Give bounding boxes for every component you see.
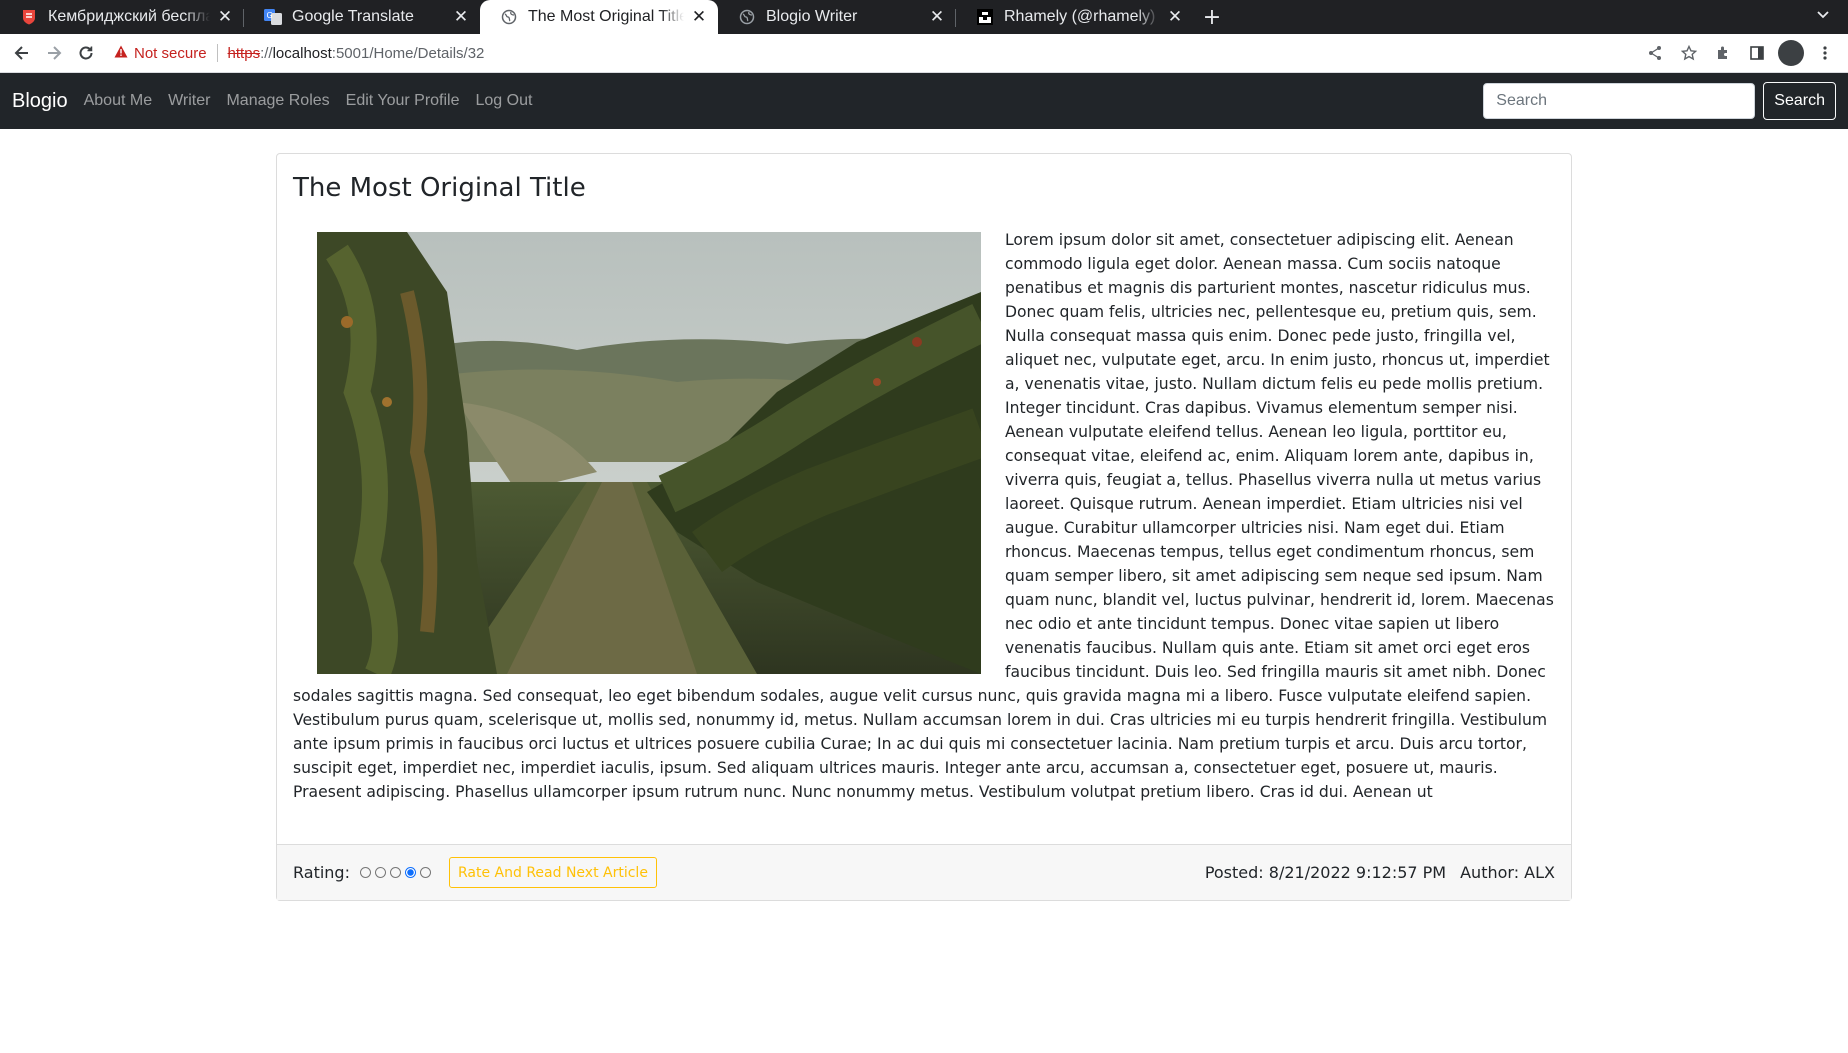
brand-link[interactable]: Blogio [12,90,68,113]
rating-label: Rating: [293,863,350,882]
rating-radio-3[interactable] [389,867,401,878]
close-icon[interactable]: ✕ [1166,7,1184,27]
url-host: localhost [272,44,332,62]
warning-icon[interactable] [114,45,128,62]
reload-icon[interactable] [70,37,102,69]
rating-radio-1[interactable] [359,867,371,878]
close-icon[interactable]: ✕ [928,7,946,27]
browser-tab-active[interactable]: The Most Original Title Details ✕ [480,0,718,34]
card-footer: Rating: Rate And Read Next Article Poste… [277,844,1571,900]
close-icon[interactable]: ✕ [452,7,470,27]
site-navbar: Blogio About Me Writer Manage Roles Edit… [0,73,1848,129]
browser-tab[interactable]: G Google Translate ✕ [244,0,480,34]
forward-icon[interactable] [38,37,70,69]
star-icon[interactable] [1676,40,1702,66]
globe-icon [738,8,756,26]
nav-link-log-out[interactable]: Log Out [476,92,533,110]
profile-avatar[interactable] [1778,40,1804,66]
search-form: Search [1483,82,1836,120]
vineyard-photo [317,231,981,674]
tab-title: Rhamely (@rhamely) | Unsplash [1004,8,1160,25]
article-card: The Most Original Title Lorem ipsum dolo… [276,153,1572,901]
search-button[interactable]: Search [1763,82,1836,120]
author-label: Author: ALX [1460,863,1555,882]
tab-title: Blogio Writer [766,8,858,25]
globe-icon [500,8,518,26]
browser-toolbar: Not secure https://localhost:5001/Home/D… [0,34,1848,73]
close-icon[interactable]: ✕ [216,7,234,27]
tab-title: Кембриджский бесплатный [48,8,210,25]
nav-link-manage-roles[interactable]: Manage Roles [226,92,329,110]
share-icon[interactable] [1642,40,1668,66]
kebab-menu-icon[interactable] [1812,40,1838,66]
security-label[interactable]: Not secure [134,45,207,62]
address-bar[interactable]: Not secure https://localhost:5001/Home/D… [114,37,1642,69]
rating-radio-2[interactable] [374,867,386,878]
url-path: :5001/Home/Details/32 [331,44,485,62]
side-panel-icon[interactable] [1744,40,1770,66]
article-title: The Most Original Title [293,173,586,203]
cambridge-icon [20,8,38,26]
new-tab-button[interactable]: + [1194,0,1230,34]
rate-and-read-next-button[interactable]: Rate And Read Next Article [448,857,657,888]
rating-radio-5[interactable] [419,867,431,878]
browser-tab[interactable]: Кембриджский бесплатный ✕ [0,0,244,34]
browser-tab[interactable]: Rhamely (@rhamely) | Unsplash ✕ [956,0,1194,34]
search-input[interactable] [1483,83,1756,119]
extensions-icon[interactable] [1710,40,1736,66]
google-translate-icon: G [264,8,282,26]
browser-tab-strip: Кембриджский бесплатный ✕ G Google Trans… [0,0,1848,34]
article-body: Lorem ipsum dolor sit amet, consectetuer… [293,228,1555,804]
browser-tab[interactable]: Blogio Writer ✕ [718,0,956,34]
nav-link-about-me[interactable]: About Me [84,92,152,110]
svg-text:G: G [267,11,273,20]
rating-radio-4[interactable] [404,867,416,878]
chevron-down-icon[interactable] [1816,7,1830,25]
url-scheme: https [227,44,261,62]
nav-link-writer[interactable]: Writer [168,92,210,110]
back-icon[interactable] [6,37,38,69]
posted-date: Posted: 8/21/2022 9:12:57 PM [1204,863,1447,882]
nav-link-edit-profile[interactable]: Edit Your Profile [346,92,460,110]
tab-title: Google Translate [292,8,414,25]
tab-title: The Most Original Title Details [528,8,684,25]
close-icon[interactable]: ✕ [690,7,708,27]
url-separator: :// [260,44,273,62]
unsplash-icon [976,8,994,26]
url-text[interactable]: https://localhost:5001/Home/Details/32 [228,45,485,62]
